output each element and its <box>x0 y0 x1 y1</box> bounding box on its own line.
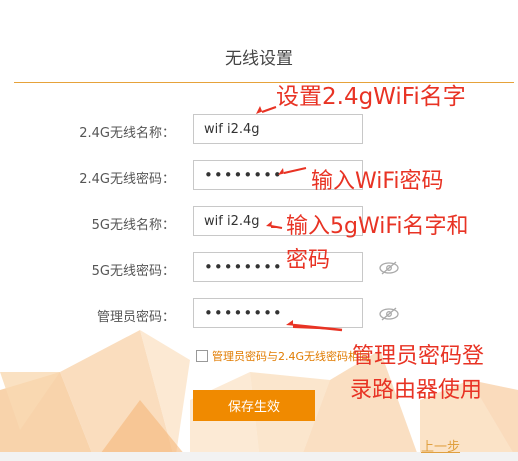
previous-step-link[interactable]: 上一步 <box>421 436 460 455</box>
ssid-24g-input[interactable] <box>193 114 363 144</box>
annotation-admin-line2: 录路由器使用 <box>350 378 483 403</box>
page-title: 无线设置 <box>225 49 293 69</box>
admin-password-label: 管理员密码： <box>96 310 175 325</box>
ssid-5g-label: 5G无线名称： <box>91 218 175 233</box>
ssid-24g-label: 2.4G无线名称： <box>79 126 175 141</box>
annotation-admin-line1: 管理员密码登 <box>352 344 485 369</box>
annotation-ssid-24g: 设置2.4gWiFi名字 <box>276 84 466 110</box>
sync-password-checkbox[interactable] <box>196 350 208 362</box>
sync-password-label: 管理员密码与2.4G无线密码相同 <box>212 350 371 363</box>
password-5g-label: 5G无线密码： <box>91 264 175 279</box>
sync-password-option[interactable]: 管理员密码与2.4G无线密码相同 <box>196 348 370 364</box>
admin-password-input[interactable] <box>193 298 363 328</box>
save-button[interactable]: 保存生效 <box>193 390 315 421</box>
annotation-password-24g: 输入WiFi密码 <box>311 169 444 194</box>
password-24g-label: 2.4G无线密码： <box>79 172 175 187</box>
eye-off-icon[interactable] <box>378 261 400 275</box>
annotation-5g-line1: 输入5gWiFi名字和 <box>286 214 469 239</box>
annotation-5g-line2: 密码 <box>286 248 331 273</box>
password-5g-input[interactable] <box>193 252 363 282</box>
eye-off-icon[interactable] <box>378 307 400 321</box>
